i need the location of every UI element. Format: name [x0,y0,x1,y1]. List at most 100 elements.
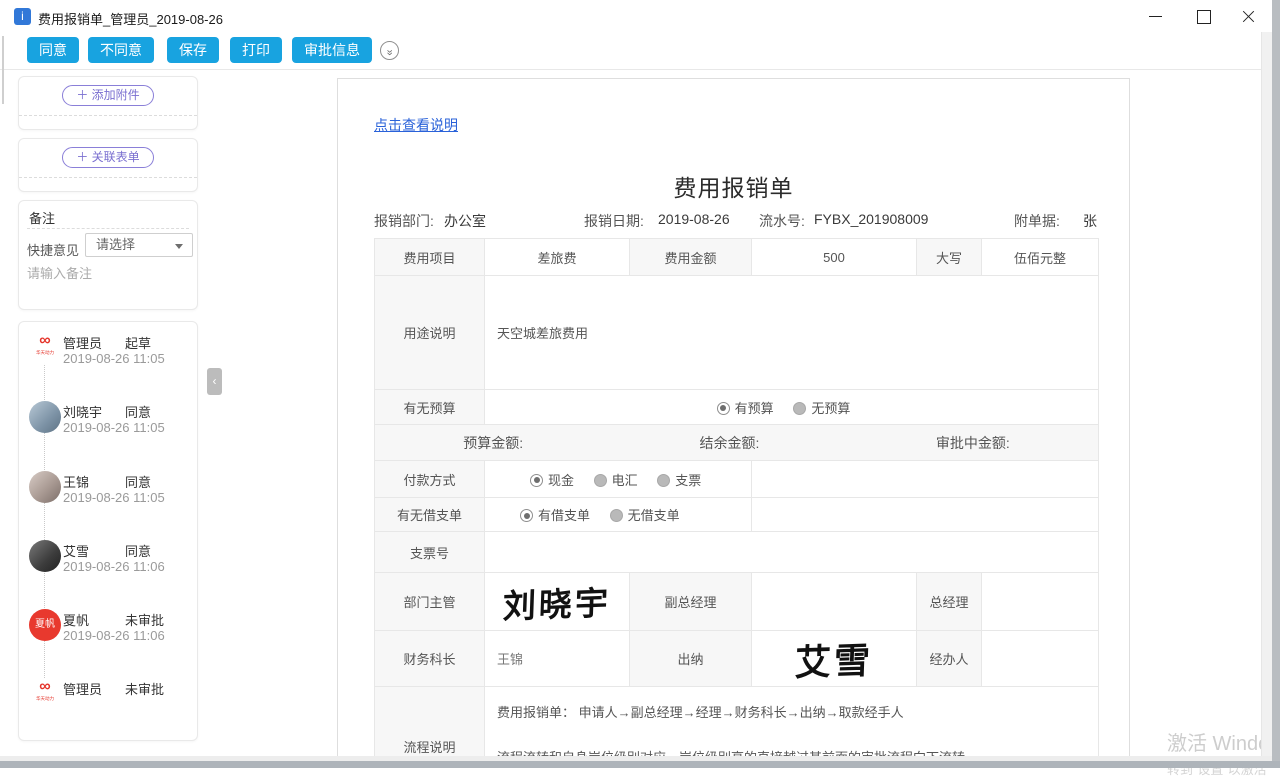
expense-item-value[interactable]: 差旅费 [485,239,630,276]
advance-slip-label: 有无借支单 [375,498,485,532]
expense-item-label: 费用项目 [375,239,485,276]
amount-value[interactable]: 500 [752,239,917,276]
empty-cell [752,461,1099,498]
dept-label: 报销部门: [374,211,434,231]
payment-method-options: 现金 电汇 支票 [485,461,752,498]
approver-name: 艾雪 [63,541,89,560]
approval-info-button[interactable]: 审批信息 [292,37,372,63]
close-button[interactable] [1231,0,1265,32]
serial-value: FYBX_201908009 [814,211,928,227]
avatar-initials: 夏帆 [29,609,61,641]
dept-head-signature: 刘晓宇 [485,573,630,631]
approval-time: 2019-08-26 11:05 [63,351,165,366]
add-attachment-button[interactable]: ＋ 添加附件 [62,85,154,106]
minimize-button[interactable] [1138,0,1172,32]
table-row: 支票号 [375,532,1099,573]
quick-opinion-select[interactable]: 请选择 [85,233,193,257]
approval-item: ∞ 华天动力 管理员 起草 2019-08-26 11:05 [19,332,197,392]
note-title: 备注 [29,208,55,227]
table-row: 费用项目 差旅费 费用金额 500 大写 伍佰元整 [375,239,1099,276]
radio-cheque[interactable] [657,474,670,487]
approval-time: 2019-08-26 11:06 [63,559,165,574]
approval-item: 艾雪 同意 2019-08-26 11:06 [19,540,197,600]
purpose-value[interactable]: 天空城差旅费用 [485,276,1099,390]
approval-status: 同意 [125,402,151,421]
approval-status: 未审批 [125,610,164,629]
window-titlebar: i 费用报销单_管理员_2019-08-26 [0,0,1280,32]
related-form-card: ＋ 关联表单 [18,138,198,192]
amount-words-label: 大写 [917,239,982,276]
serial-label: 流水号: [759,211,805,231]
toolbar: 同意 不同意 保存 打印 审批信息 » [0,32,1272,70]
divider [19,115,197,116]
more-actions-icon[interactable]: » [380,41,399,60]
flow-line-1: 费用报销单： 申请人→副总经理→经理→财务科长→出纳→取款经手人 [497,702,1086,721]
radio-no-budget[interactable] [793,402,806,415]
save-button[interactable]: 保存 [167,37,219,63]
deputy-gm-signature [752,573,917,631]
table-row: 财务科长 王锦 出纳 艾雪 经办人 [375,631,1099,687]
approval-time: 2019-08-26 11:05 [63,490,165,505]
app-icon: i [14,8,31,25]
radio-wire[interactable] [594,474,607,487]
window-right-edge [1272,0,1280,768]
approval-item: 夏帆 夏帆 未审批 2019-08-26 11:06 [19,609,197,669]
expense-table: 费用项目 差旅费 费用金额 500 大写 伍佰元整 用途说明 天空城差旅费用 有… [374,238,1099,768]
attachment-card: ＋ 添加附件 [18,76,198,130]
approver-name: 夏帆 [63,610,89,629]
print-button[interactable]: 打印 [230,37,282,63]
avatar-logo: ∞ 华天动力 [29,332,61,364]
deputy-gm-label: 副总经理 [630,573,752,631]
gm-signature [982,573,1099,631]
window-title: 费用报销单_管理员_2019-08-26 [38,9,223,28]
agree-button[interactable]: 同意 [27,37,79,63]
left-panel-edge [2,36,4,104]
disagree-button[interactable]: 不同意 [88,37,154,63]
note-input[interactable]: 请输入备注 [27,263,92,282]
handler-label: 经办人 [917,631,982,687]
handler-signature [982,631,1099,687]
link-form-button[interactable]: ＋ 关联表单 [62,147,154,168]
approval-status: 起草 [125,333,151,352]
table-row: 预算金额: 结余金额: 审批中金额: [375,425,1099,461]
date-value: 2019-08-26 [658,211,730,227]
table-row: 付款方式 现金 电汇 支票 [375,461,1099,498]
window-bottom-edge [0,761,1280,768]
form-page: 点击查看说明 费用报销单 报销部门: 办公室 报销日期: 2019-08-26 … [337,78,1130,768]
budget-options: 有预算 无预算 [485,390,1099,425]
radio-no-advance[interactable] [610,509,623,522]
note-card: 备注 快捷意见 请选择 请输入备注 [18,200,198,310]
gm-label: 总经理 [917,573,982,631]
approving-amount-label: 审批中金额: [936,433,1010,453]
radio-has-budget[interactable] [717,402,730,415]
approver-name: 管理员 [63,333,102,352]
avatar-photo [29,471,61,503]
avatar-logo: ∞ 华天动力 [29,678,61,710]
attach-unit: 张 [1083,211,1097,231]
finance-chief-signature: 王锦 [485,631,630,687]
empty-cell [752,498,1099,532]
purpose-label: 用途说明 [375,276,485,390]
approval-history-card: ∞ 华天动力 管理员 起草 2019-08-26 11:05 刘晓宇 同意 20… [18,321,198,741]
chevron-down-icon [175,244,183,249]
dept-head-label: 部门主管 [375,573,485,631]
view-instructions-link[interactable]: 点击查看说明 [374,115,458,135]
date-label: 报销日期: [584,211,644,231]
table-row: 部门主管 刘晓宇 副总经理 总经理 [375,573,1099,631]
attach-label: 附单据: [1014,211,1060,231]
finance-chief-label: 财务科长 [375,631,485,687]
radio-cash[interactable] [530,474,543,487]
approval-item: ∞ 华天动力 管理员 未审批 [19,678,197,738]
quick-opinion-value: 请选择 [96,237,135,252]
table-row: 有无预算 有预算 无预算 [375,390,1099,425]
maximize-button[interactable] [1186,0,1220,32]
chevron-left-icon: ‹ [213,374,217,388]
radio-has-advance[interactable] [520,509,533,522]
table-row: 用途说明 天空城差旅费用 [375,276,1099,390]
cheque-no-value[interactable] [485,532,1099,573]
advance-slip-options: 有借支单 无借支单 [485,498,752,532]
approval-status: 同意 [125,541,151,560]
vertical-scrollbar[interactable] [1261,32,1272,756]
budget-amounts-row: 预算金额: 结余金额: 审批中金额: [375,425,1099,461]
sidebar-collapse-button[interactable]: ‹ [207,368,222,395]
